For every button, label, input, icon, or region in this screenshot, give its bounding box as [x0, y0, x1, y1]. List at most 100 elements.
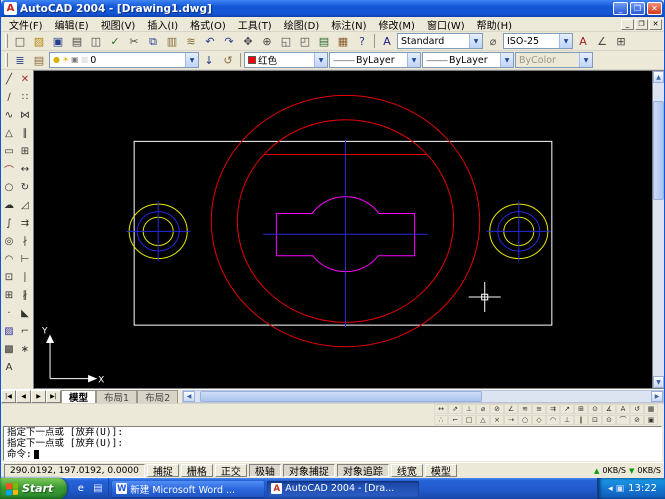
array-icon[interactable]: ⊞: [17, 142, 33, 160]
status-toggle-button[interactable]: 栅格: [181, 464, 213, 477]
menu-item[interactable]: 文件(F): [3, 17, 49, 31]
child-restore-button[interactable]: ❐: [635, 19, 648, 30]
right-hub[interactable]: [487, 201, 551, 261]
layer-manager-icon[interactable]: ▤: [30, 52, 48, 69]
ellipse-arc-icon[interactable]: ◠: [1, 250, 17, 268]
drawing-canvas[interactable]: Y X: [34, 71, 652, 388]
snap-settings-icon[interactable]: ▣: [644, 415, 658, 425]
save-icon[interactable]: ▣: [49, 33, 67, 50]
scale-icon[interactable]: ◿: [17, 196, 33, 214]
arc-icon[interactable]: ⌒: [1, 160, 17, 178]
scroll-left-icon[interactable]: ◀: [183, 391, 195, 402]
construction-line-icon[interactable]: ∕: [1, 88, 17, 106]
maximize-button[interactable]: ❐: [630, 2, 645, 15]
scroll-down-icon[interactable]: ▼: [653, 376, 664, 388]
match-properties-icon[interactable]: ≋: [182, 33, 200, 50]
minimize-button[interactable]: _: [613, 2, 628, 15]
plot-preview-icon[interactable]: ◫: [87, 33, 105, 50]
plot-icon[interactable]: ▤: [68, 33, 86, 50]
layout-tab[interactable]: 布局2: [137, 390, 178, 403]
snap-intersection-icon[interactable]: ×: [490, 415, 504, 425]
horizontal-scrollbar[interactable]: ◀ ▶: [182, 390, 664, 403]
lineweight-combo[interactable]: ——— ByLayer ▼: [422, 52, 514, 68]
erase-icon[interactable]: ✕: [17, 70, 33, 88]
vertical-scroll-track[interactable]: [653, 83, 664, 376]
snap-extension-icon[interactable]: ⇢: [504, 415, 518, 425]
dim-leader-icon[interactable]: ↗: [560, 404, 574, 414]
copy-object-icon[interactable]: ∷: [17, 88, 33, 106]
layer-previous-icon[interactable]: ↺: [219, 52, 237, 69]
dim-diameter-icon[interactable]: ⊘: [490, 404, 504, 414]
cut-icon[interactable]: ✂: [125, 33, 143, 50]
snap-perpendicular-icon[interactable]: ⊥: [560, 415, 574, 425]
paste-icon[interactable]: ▥: [163, 33, 181, 50]
dim-text-edit-icon[interactable]: A: [616, 404, 630, 414]
horizontal-scroll-track[interactable]: [195, 391, 651, 402]
extend-icon[interactable]: ⊢: [17, 250, 33, 268]
status-toggle-button[interactable]: 捕捉: [147, 464, 179, 477]
fillet-icon[interactable]: ⌐: [17, 322, 33, 340]
text-style-combo[interactable]: Standard ▼: [397, 33, 483, 49]
snap-from-icon[interactable]: ⌐: [448, 415, 462, 425]
layer-combo[interactable]: ●☀▣■ 0 ▼: [49, 52, 199, 68]
snap-nearest-icon[interactable]: ⌒: [616, 415, 630, 425]
vertical-scrollbar[interactable]: ▲ ▼: [652, 71, 664, 388]
close-button[interactable]: ✕: [647, 2, 662, 15]
command-window[interactable]: 指定下一点或 [放弃(U)]:指定下一点或 [放弃(U)]: 命令:: [1, 425, 664, 462]
zoom-realtime-icon[interactable]: ⊕: [258, 33, 276, 50]
start-button[interactable]: Start: [0, 478, 67, 499]
dim-ordinate-icon[interactable]: ⊥: [462, 404, 476, 414]
titlebar[interactable]: A AutoCAD 2004 - [Drawing1.dwg] _ ❐ ✕: [1, 0, 664, 17]
make-block-icon[interactable]: ⊞: [1, 286, 17, 304]
make-object-layer-current-icon[interactable]: ↓: [200, 52, 218, 69]
menu-item[interactable]: 视图(V): [95, 17, 142, 31]
dim-quick-icon[interactable]: ≋: [518, 404, 532, 414]
hatch-icon[interactable]: ▨: [1, 322, 17, 340]
point-icon[interactable]: ·: [1, 304, 17, 322]
snap-parallel-icon[interactable]: ∥: [574, 415, 588, 425]
insert-block-icon[interactable]: ⊡: [1, 268, 17, 286]
snap-none-icon[interactable]: ⊘: [630, 415, 644, 425]
plate-outline-rect[interactable]: [134, 141, 552, 325]
rectangle-icon[interactable]: ▭: [1, 142, 17, 160]
taskbar-task-button[interactable]: A AutoCAD 2004 - [Dra...: [267, 481, 419, 497]
status-toggle-button[interactable]: 对象追踪: [337, 464, 389, 477]
menu-item[interactable]: 插入(I): [141, 17, 184, 31]
dim-aligned-icon[interactable]: ⇗: [448, 404, 462, 414]
status-toggle-button[interactable]: 线宽: [391, 464, 423, 477]
snap-insert-icon[interactable]: ⊡: [588, 415, 602, 425]
text-icon[interactable]: A: [574, 33, 592, 50]
linetype-combo[interactable]: ——— ByLayer ▼: [329, 52, 421, 68]
horizontal-scroll-thumb[interactable]: [200, 391, 483, 402]
explode-icon[interactable]: ∗: [17, 340, 33, 358]
tray-network-icon[interactable]: ▣: [616, 484, 625, 494]
dim-angular-icon[interactable]: ∠: [504, 404, 518, 414]
mtext-icon[interactable]: A: [1, 358, 17, 376]
open-icon[interactable]: ▨: [30, 33, 48, 50]
zoom-window-icon[interactable]: ◱: [277, 33, 295, 50]
layers-icon[interactable]: ≣: [11, 52, 29, 69]
menu-item[interactable]: 绘图(D): [278, 17, 326, 31]
revcloud-icon[interactable]: ☁: [1, 196, 17, 214]
dim-update-icon[interactable]: ↺: [630, 404, 644, 414]
move-icon[interactable]: ↔: [17, 160, 33, 178]
properties-icon[interactable]: ▤: [315, 33, 333, 50]
vertical-scroll-thumb[interactable]: [653, 101, 664, 201]
table-icon[interactable]: ⊞: [612, 33, 630, 50]
quick-launch-desktop-icon[interactable]: ▤: [90, 481, 105, 496]
scroll-right-icon[interactable]: ▶: [651, 391, 663, 402]
layout-tab[interactable]: 布局1: [96, 390, 137, 403]
spelling-icon[interactable]: ✓: [106, 33, 124, 50]
polygon-icon[interactable]: △: [1, 124, 17, 142]
new-icon[interactable]: □: [11, 33, 29, 50]
snap-endpoint-icon[interactable]: □: [462, 415, 476, 425]
dim-baseline-icon[interactable]: ≡: [532, 404, 546, 414]
trim-icon[interactable]: ∤: [17, 232, 33, 250]
tray-volume-icon[interactable]: ◂: [608, 484, 613, 494]
tab-next-button[interactable]: ▶: [31, 390, 46, 403]
dim-radius-icon[interactable]: ⌀: [476, 404, 490, 414]
stretch-icon[interactable]: ⇉: [17, 214, 33, 232]
scroll-up-icon[interactable]: ▲: [653, 71, 664, 83]
tab-prev-button[interactable]: ◀: [16, 390, 31, 403]
chamfer-icon[interactable]: ◣: [17, 304, 33, 322]
